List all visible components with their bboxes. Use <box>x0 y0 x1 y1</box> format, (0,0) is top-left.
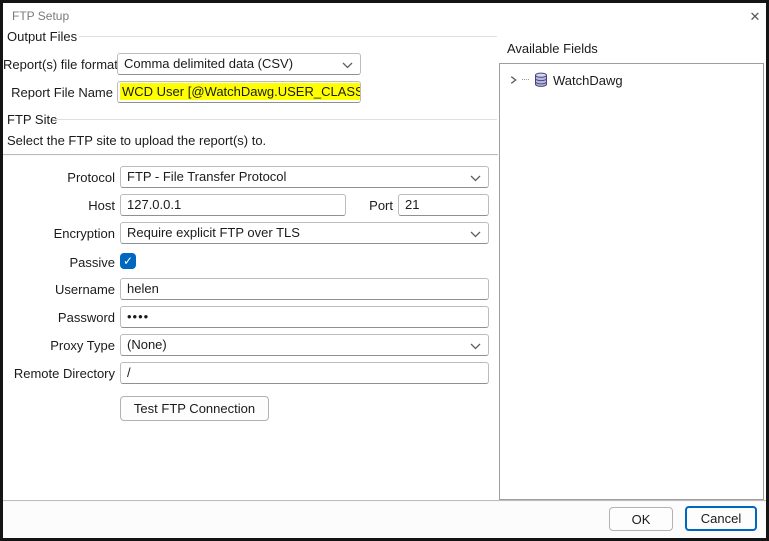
test-ftp-connection-button[interactable]: Test FTP Connection <box>120 396 269 421</box>
available-fields-tree[interactable]: WatchDawg <box>499 63 764 500</box>
report-file-name-label: Report File Name <box>3 85 113 100</box>
report-format-dropdown[interactable]: Comma delimited data (CSV) <box>117 53 361 75</box>
encryption-label: Encryption <box>3 226 115 241</box>
footer-separator <box>3 500 766 501</box>
close-icon[interactable]: ✕ <box>744 6 766 28</box>
report-file-name-input[interactable]: WCD User [@WatchDawg.USER_CLASS] <box>117 81 361 103</box>
remote-directory-label: Remote Directory <box>3 366 115 381</box>
chevron-down-icon <box>470 175 481 182</box>
port-label: Port <box>333 198 393 213</box>
checkmark-icon: ✓ <box>123 254 133 268</box>
chevron-down-icon <box>470 343 481 350</box>
ftp-site-group-line <box>53 119 497 120</box>
host-label: Host <box>3 198 115 213</box>
ok-button[interactable]: OK <box>609 507 673 531</box>
chevron-down-icon <box>342 62 353 69</box>
report-file-name-highlight: WCD User [@WatchDawg.USER_CLASS] <box>120 83 361 100</box>
ftp-site-separator <box>3 154 498 155</box>
available-fields-title: Available Fields <box>507 41 598 56</box>
report-format-label: Report(s) file format <box>3 57 113 72</box>
output-files-group-line <box>79 36 497 37</box>
username-label: Username <box>3 282 115 297</box>
ftp-setup-dialog: FTP Setup ✕ Output Files Report(s) file … <box>0 0 769 541</box>
chevron-right-icon[interactable] <box>509 75 518 85</box>
output-files-section-title: Output Files <box>7 29 77 44</box>
remote-directory-input[interactable]: / <box>120 362 489 384</box>
tree-item-watchdawg[interactable]: WatchDawg <box>500 64 763 88</box>
password-input[interactable]: •••• <box>120 306 489 328</box>
ftp-site-section-title: FTP Site <box>7 112 57 127</box>
username-input[interactable]: helen <box>120 278 489 300</box>
port-input[interactable]: 21 <box>398 194 489 216</box>
ftp-site-description: Select the FTP site to upload the report… <box>7 133 266 148</box>
protocol-dropdown[interactable]: FTP - File Transfer Protocol <box>120 166 489 188</box>
tree-item-label: WatchDawg <box>553 73 623 88</box>
tree-connector <box>522 79 529 81</box>
proxy-type-dropdown[interactable]: (None) <box>120 334 489 356</box>
chevron-down-icon <box>470 231 481 238</box>
proxy-type-label: Proxy Type <box>3 338 115 353</box>
protocol-label: Protocol <box>3 170 115 185</box>
cancel-button[interactable]: Cancel <box>685 506 757 531</box>
encryption-dropdown[interactable]: Require explicit FTP over TLS <box>120 222 489 244</box>
host-input[interactable]: 127.0.0.1 <box>120 194 346 216</box>
database-icon <box>533 72 549 88</box>
dialog-title: FTP Setup <box>12 9 69 23</box>
passive-label: Passive <box>3 255 115 270</box>
passive-checkbox[interactable]: ✓ <box>120 253 136 269</box>
password-label: Password <box>3 310 115 325</box>
